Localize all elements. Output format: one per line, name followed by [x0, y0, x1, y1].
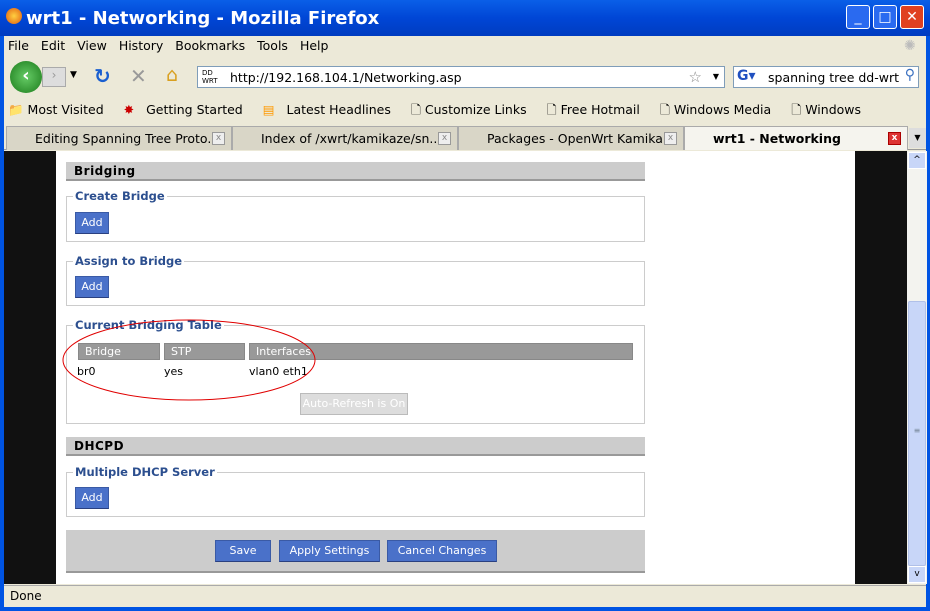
site-favicon: DD WRT	[202, 69, 218, 85]
bookmark-customize-links[interactable]: 🗋 Customize Links	[411, 102, 535, 117]
create-bridge-add-button[interactable]: Add	[75, 212, 109, 234]
bookmark-latest-headlines[interactable]: ▤ Latest Headlines	[263, 102, 399, 117]
minimize-button[interactable]: _	[846, 5, 870, 29]
fieldset-assign-bridge: Assign to Bridge	[66, 254, 645, 306]
menu-edit[interactable]: Edit	[41, 38, 65, 53]
vertical-scrollbar[interactable]: ^ ≡ v	[907, 151, 927, 584]
throbber-icon: ✺	[904, 38, 916, 54]
status-bar: Done	[4, 585, 926, 607]
fieldset-multiple-dhcp: Multiple DHCP Server	[66, 465, 645, 517]
close-tab-icon[interactable]: x	[664, 132, 677, 145]
window-title: wrt1 - Networking - Mozilla Firefox	[26, 8, 380, 29]
google-icon: G▾	[737, 68, 756, 84]
menu-help[interactable]: Help	[300, 38, 329, 53]
fieldset-create-bridge: Create Bridge	[66, 189, 645, 242]
back-button[interactable]: ‹	[10, 61, 42, 93]
tab-wrt1-networking[interactable]: wrt1 - Networking x	[684, 126, 908, 150]
dhcp-add-button[interactable]: Add	[75, 487, 109, 509]
menu-tools[interactable]: Tools	[257, 38, 288, 53]
bookmark-getting-started[interactable]: ✸ Getting Started	[124, 102, 251, 117]
bookmark-star-icon[interactable]: ☆	[689, 68, 702, 86]
legend-create-bridge: Create Bridge	[73, 189, 167, 203]
bookmark-free-hotmail[interactable]: 🗋 Free Hotmail	[547, 102, 648, 117]
legend-assign-bridge: Assign to Bridge	[73, 254, 184, 268]
url-bar[interactable]: DD WRT http://192.168.104.1/Networking.as…	[197, 66, 725, 88]
tab-list-button[interactable]: ▼	[909, 128, 926, 148]
close-tab-icon[interactable]: x	[212, 132, 225, 145]
menu-bar: File Edit View History Bookmarks Tools Help	[4, 36, 926, 58]
search-icon[interactable]: ⚲	[905, 67, 915, 83]
bookmark-windows[interactable]: 🗋 Windows	[791, 102, 869, 117]
red-annotation-ellipse	[62, 319, 316, 401]
apply-settings-button[interactable]: Apply Settings	[279, 540, 380, 562]
tab-editing-spanning-tree[interactable]: Editing Spanning Tree Proto... x	[6, 126, 232, 150]
close-tab-icon[interactable]: x	[888, 132, 901, 145]
maximize-button[interactable]: □	[873, 5, 897, 29]
close-button[interactable]: ✕	[900, 5, 924, 29]
title-bar: wrt1 - Networking - Mozilla Firefox	[0, 0, 930, 36]
status-text: Done	[10, 589, 42, 603]
tab-index-xwrt[interactable]: Index of /xwrt/kamikaze/sn... x	[232, 126, 458, 150]
section-header-bridging: Bridging	[66, 162, 645, 181]
bookmark-most-visited[interactable]: 📁 Most Visited	[8, 102, 112, 117]
reload-icon[interactable]: ↻	[94, 64, 111, 88]
scrollbar-thumb[interactable]: ≡	[908, 301, 926, 566]
scroll-down-button[interactable]: v	[908, 566, 926, 583]
firefox-icon	[6, 8, 22, 24]
cancel-changes-button[interactable]: Cancel Changes	[387, 540, 497, 562]
save-button[interactable]: Save	[215, 540, 271, 562]
legend-multiple-dhcp: Multiple DHCP Server	[73, 465, 217, 479]
menu-view[interactable]: View	[77, 38, 107, 53]
tab-packages-openwrt[interactable]: Packages - OpenWrt Kamika... x	[458, 126, 684, 150]
search-input[interactable]: G▾ spanning tree dd-wrt ⚲	[733, 66, 919, 88]
menu-bookmarks[interactable]: Bookmarks	[175, 38, 245, 53]
forward-button[interactable]: ›	[42, 67, 66, 87]
stop-icon[interactable]: ✕	[130, 64, 147, 88]
scroll-up-button[interactable]: ^	[908, 152, 926, 169]
bookmarks-toolbar: 📁 Most Visited ✸ Getting Started ▤ Lates…	[4, 98, 926, 120]
menu-file[interactable]: File	[8, 38, 29, 53]
url-dropdown-icon[interactable]: ▼	[713, 72, 719, 81]
menu-history[interactable]: History	[119, 38, 163, 53]
assign-bridge-add-button[interactable]: Add	[75, 276, 109, 298]
bookmark-windows-media[interactable]: 🗋 Windows Media	[660, 102, 779, 117]
section-header-dhcpd: DHCPD	[66, 437, 645, 456]
history-dropdown-icon[interactable]: ▼	[70, 70, 77, 80]
home-icon[interactable]: ⌂	[166, 64, 178, 86]
close-tab-icon[interactable]: x	[438, 132, 451, 145]
